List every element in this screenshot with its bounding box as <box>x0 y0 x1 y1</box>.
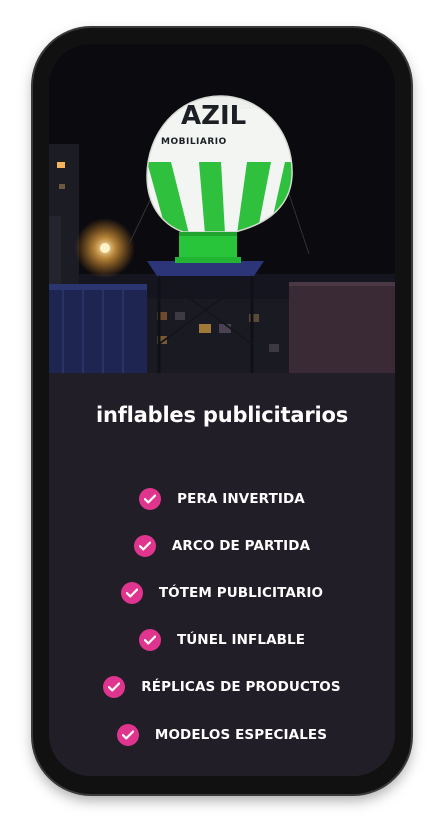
phone-screen: AZIL MOBILIARIO inflables publicitarios … <box>49 44 395 776</box>
hero-photo: AZIL MOBILIARIO <box>49 44 395 373</box>
list-item: MODELOS ESPECIALES <box>49 711 395 758</box>
balloon-night-photo: AZIL MOBILIARIO <box>49 44 395 373</box>
list-item: ARCO DE PARTIDA <box>49 522 395 569</box>
check-circle-icon <box>103 676 126 699</box>
svg-text:MOBILIARIO: MOBILIARIO <box>161 137 227 147</box>
list-item: PERA INVERTIDA <box>49 475 395 522</box>
check-circle-icon <box>133 534 156 557</box>
list-item: RÉPLICAS DE PRODUCTOS <box>49 664 395 711</box>
check-circle-icon <box>139 487 162 510</box>
list-item: TÚNEL INFLABLE <box>49 617 395 664</box>
check-circle-icon <box>138 629 161 652</box>
check-circle-icon <box>120 581 143 604</box>
section-title: inflables publicitarios <box>95 403 349 427</box>
phone-frame: AZIL MOBILIARIO inflables publicitarios … <box>33 28 411 794</box>
list-item: TÓTEM PUBLICITARIO <box>49 569 395 616</box>
list-item-label: RÉPLICAS DE PRODUCTOS <box>141 679 341 696</box>
services-list: PERA INVERTIDA ARCO DE PARTIDA TÓTEM PUB… <box>49 475 395 758</box>
check-circle-icon <box>116 723 139 746</box>
services-panel: inflables publicitarios PERA INVERTIDA A… <box>49 373 395 776</box>
list-item-label: TÚNEL INFLABLE <box>176 632 306 649</box>
svg-text:AZIL: AZIL <box>181 101 246 131</box>
list-item-label: PERA INVERTIDA <box>177 490 305 507</box>
list-item-label: ARCO DE PARTIDA <box>171 537 311 554</box>
list-item-label: TÓTEM PUBLICITARIO <box>158 584 324 601</box>
list-item-label: MODELOS ESPECIALES <box>154 726 328 743</box>
